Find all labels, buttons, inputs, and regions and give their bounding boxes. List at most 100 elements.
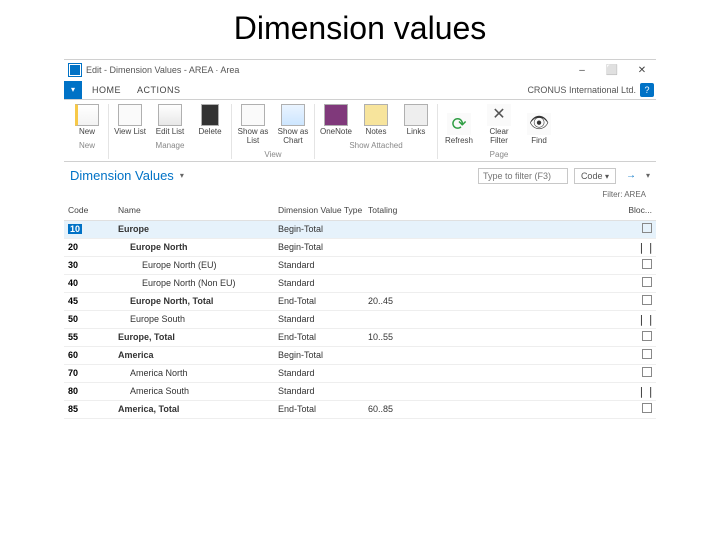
cell-blocked[interactable] [616, 331, 652, 343]
cell-code[interactable]: 60 [68, 350, 78, 360]
cell-dvtype[interactable]: Standard [278, 278, 368, 288]
cell-name[interactable]: Europe, Total [118, 332, 278, 342]
cell-blocked[interactable]: | | [616, 385, 652, 398]
table-row[interactable]: 70 America NorthStandard [64, 365, 656, 383]
cell-dvtype[interactable]: Begin-Total [278, 224, 368, 234]
slide-title: Dimension values [0, 0, 720, 59]
cell-blocked[interactable] [616, 223, 652, 235]
cell-blocked[interactable] [616, 349, 652, 361]
col-code[interactable]: Code [68, 206, 118, 215]
app-icon [68, 63, 82, 77]
notes-button[interactable]: Notes [359, 104, 393, 137]
table-row[interactable]: 30 Europe North (EU)Standard [64, 257, 656, 275]
cell-blocked[interactable] [616, 295, 652, 307]
cell-code[interactable]: 10 [68, 224, 82, 234]
delete-button[interactable]: Delete [193, 104, 227, 137]
table-row[interactable]: 45 Europe North, TotalEnd-Total20..45 [64, 293, 656, 311]
view-list-label: View List [114, 128, 146, 137]
cell-code[interactable]: 20 [68, 242, 78, 252]
cell-name[interactable]: Europe North, Total [118, 296, 278, 306]
cell-totaling[interactable]: 20..45 [368, 296, 438, 306]
clear-filter-button[interactable]: ✕Clear Filter [482, 104, 516, 146]
cell-blocked[interactable] [616, 367, 652, 379]
cell-name[interactable]: America South [118, 386, 278, 396]
table-row[interactable]: 10 EuropeBegin-Total [64, 221, 656, 239]
tab-home[interactable]: HOME [84, 82, 129, 98]
cell-blocked[interactable] [616, 277, 652, 289]
cell-dvtype[interactable]: Begin-Total [278, 350, 368, 360]
cell-name[interactable]: Europe North (Non EU) [118, 278, 278, 288]
col-bloc[interactable]: Bloc... [616, 206, 652, 215]
panel-toggle-icon[interactable]: ▾ [646, 171, 650, 180]
cell-code[interactable]: 85 [68, 404, 78, 414]
cell-name[interactable]: Europe North (EU) [118, 260, 278, 270]
ribbon-group-manage: View List Edit List Delete Manage [109, 104, 232, 159]
cell-name[interactable]: Europe South [118, 314, 278, 324]
cell-dvtype[interactable]: Standard [278, 386, 368, 396]
find-label: Find [531, 137, 547, 146]
app-window: Edit - Dimension Values - AREA · Area – … [64, 59, 656, 419]
filter-field-select[interactable]: Code ▾ [574, 168, 616, 184]
ribbon-toggle[interactable]: ▾ [64, 81, 82, 99]
cell-name[interactable]: Europe [118, 224, 278, 234]
cell-code[interactable]: 30 [68, 260, 78, 270]
table-row[interactable]: 20 Europe NorthBegin-Total | | [64, 239, 656, 257]
col-name[interactable]: Name [118, 206, 278, 215]
cell-name[interactable]: America North [118, 368, 278, 378]
refresh-button[interactable]: ⟳Refresh [442, 113, 476, 146]
cell-dvtype[interactable]: Begin-Total [278, 242, 368, 252]
cell-code[interactable]: 55 [68, 332, 78, 342]
checkbox-empty-icon [642, 367, 652, 377]
table-row[interactable]: 80 America SouthStandard | | [64, 383, 656, 401]
find-button[interactable]: 👁Find [522, 113, 556, 146]
view-list-button[interactable]: View List [113, 104, 147, 137]
edit-list-button[interactable]: Edit List [153, 104, 187, 137]
notes-icon [364, 104, 388, 126]
table-row[interactable]: 55 Europe, TotalEnd-Total10..55 [64, 329, 656, 347]
close-button[interactable]: ✕ [634, 65, 650, 76]
col-dvtype[interactable]: Dimension Value Type [278, 206, 368, 215]
title-dropdown-icon[interactable]: ▾ [180, 171, 184, 180]
cell-dvtype[interactable]: End-Total [278, 404, 368, 414]
apply-filter-button[interactable]: → [622, 170, 640, 181]
cell-blocked[interactable]: | | [616, 313, 652, 326]
cell-code[interactable]: 45 [68, 296, 78, 306]
cell-blocked[interactable] [616, 403, 652, 415]
cell-code[interactable]: 70 [68, 368, 78, 378]
cell-code[interactable]: 80 [68, 386, 78, 396]
cell-dvtype[interactable]: Standard [278, 260, 368, 270]
maximize-button[interactable]: ⬜ [604, 65, 620, 76]
cell-dvtype[interactable]: End-Total [278, 296, 368, 306]
tab-actions[interactable]: ACTIONS [129, 82, 189, 98]
onenote-button[interactable]: OneNote [319, 104, 353, 137]
cell-name[interactable]: America, Total [118, 404, 278, 414]
cell-totaling[interactable]: 10..55 [368, 332, 438, 342]
cell-dvtype[interactable]: Standard [278, 368, 368, 378]
table-row[interactable]: 40 Europe North (Non EU)Standard [64, 275, 656, 293]
cell-name[interactable]: America [118, 350, 278, 360]
quick-filter-input[interactable] [478, 168, 568, 184]
show-as-chart-button[interactable]: Show as Chart [276, 104, 310, 146]
new-icon [75, 104, 99, 126]
edit-icon [158, 104, 182, 126]
help-button[interactable]: ? [640, 83, 654, 97]
cell-code[interactable]: 50 [68, 314, 78, 324]
delete-icon [201, 104, 219, 126]
show-as-list-button[interactable]: Show as List [236, 104, 270, 146]
cell-name[interactable]: Europe North [118, 242, 278, 252]
cell-dvtype[interactable]: End-Total [278, 332, 368, 342]
cell-dvtype[interactable]: Standard [278, 314, 368, 324]
page-header: Dimension Values ▾ Code ▾ → ▾ [64, 162, 656, 190]
cell-blocked[interactable]: | | [616, 241, 652, 254]
table-row[interactable]: 50 Europe SouthStandard | | [64, 311, 656, 329]
chevron-down-icon: ▾ [605, 172, 609, 181]
links-button[interactable]: Links [399, 104, 433, 137]
col-totaling[interactable]: Totaling [368, 206, 438, 215]
cell-totaling[interactable]: 60..85 [368, 404, 438, 414]
cell-blocked[interactable] [616, 259, 652, 271]
minimize-button[interactable]: – [574, 65, 590, 76]
cell-code[interactable]: 40 [68, 278, 78, 288]
table-row[interactable]: 85 America, TotalEnd-Total60..85 [64, 401, 656, 419]
new-button[interactable]: New [70, 104, 104, 137]
table-row[interactable]: 60 AmericaBegin-Total [64, 347, 656, 365]
